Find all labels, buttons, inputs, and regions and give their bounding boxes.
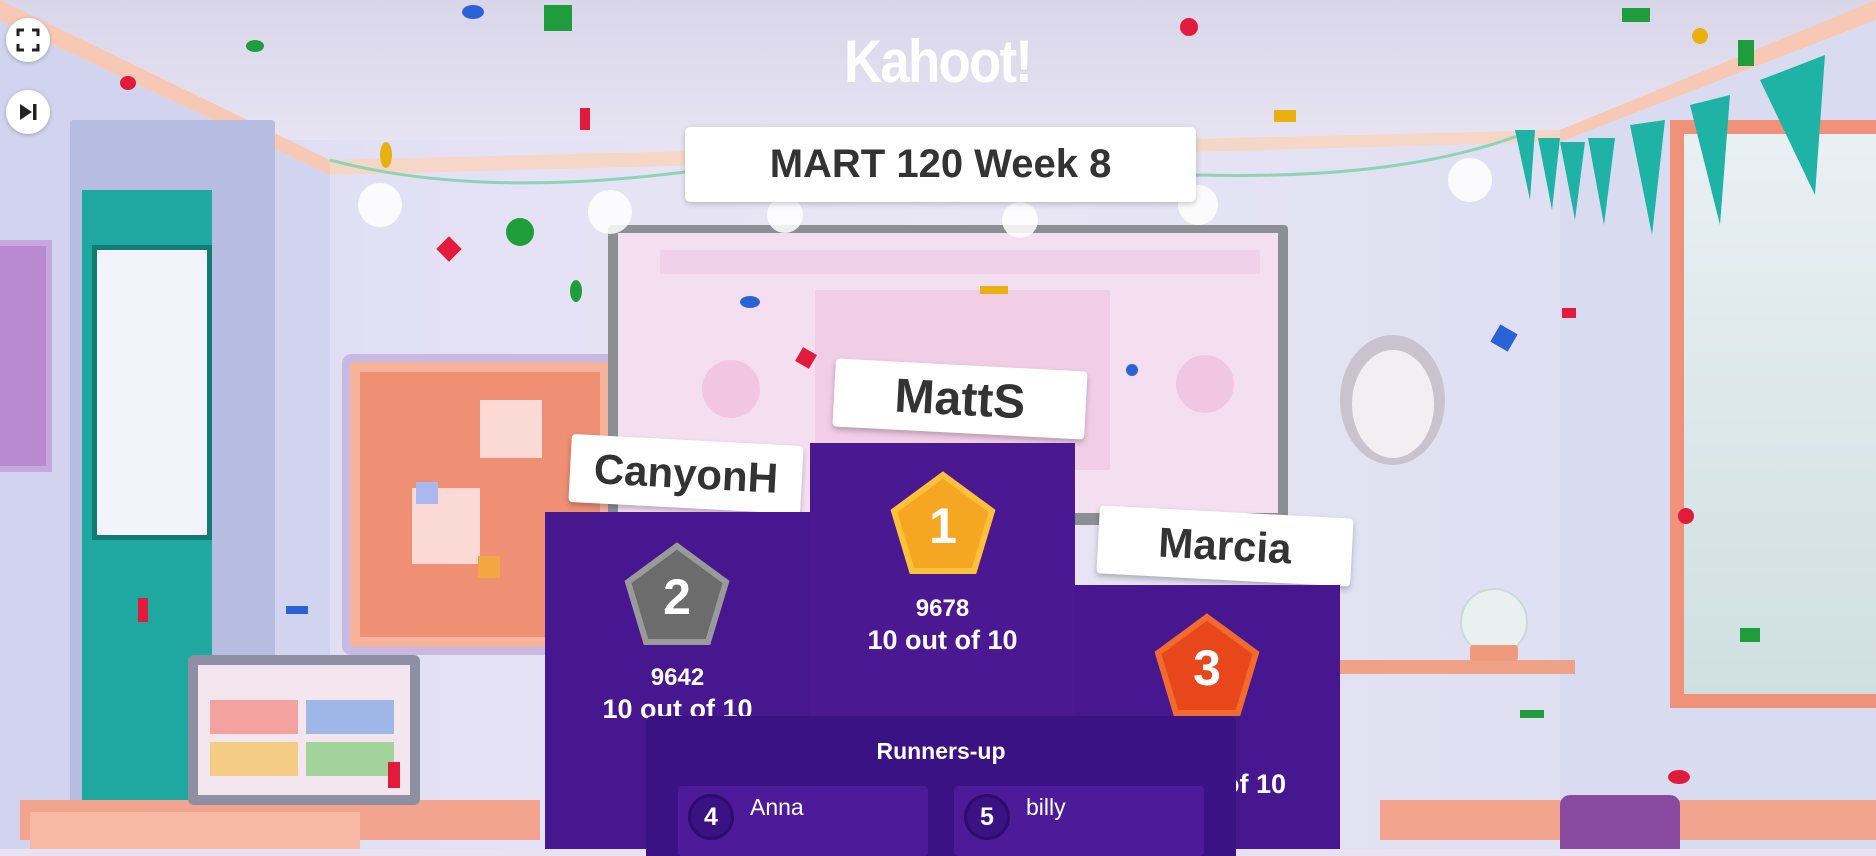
bag (1560, 795, 1680, 849)
confetti (1180, 18, 1198, 36)
confetti (138, 598, 148, 622)
fullscreen-icon (16, 28, 40, 52)
laptop-tile (210, 742, 298, 776)
first-place-name: MattS (832, 358, 1088, 440)
second-place-rank: 2 (663, 569, 691, 625)
confetti (1678, 508, 1694, 524)
second-place-badge: 2 (624, 542, 730, 645)
skip-forward-icon (20, 104, 37, 120)
laptop-tile (306, 742, 394, 776)
third-place-badge: 3 (1154, 613, 1260, 716)
runner-up-name: Anna (750, 794, 804, 820)
projector-circle (1176, 355, 1234, 413)
second-place-name: CanyonH (568, 433, 804, 515)
confetti (246, 40, 264, 52)
first-place-rank: 1 (929, 498, 957, 554)
confetti (286, 606, 308, 614)
chair-left (30, 812, 360, 849)
first-place-correct: 10 out of 10 (867, 625, 1018, 655)
confetti (544, 5, 572, 31)
confetti (506, 218, 534, 246)
laptop-tile (210, 700, 298, 734)
laptop-tile (306, 700, 394, 734)
kahoot-logo: Kahoot! (844, 28, 1033, 95)
confetti (980, 286, 1008, 294)
first-place-badge: 1 (890, 471, 996, 574)
runners-up-title: Runners-up (876, 738, 1006, 764)
second-place-score: 9642 (650, 664, 705, 691)
confetti (388, 762, 400, 788)
confetti (570, 280, 582, 302)
confetti (1692, 28, 1708, 44)
shelf (1340, 660, 1575, 674)
confetti (1738, 40, 1754, 66)
confetti (1740, 628, 1760, 642)
runner-up-item: 4 Anna (678, 786, 928, 856)
sticky-note (416, 482, 438, 504)
confetti (1520, 710, 1544, 718)
third-place-rank: 3 (1193, 640, 1221, 696)
projector-circle (702, 360, 760, 418)
runner-up-rank: 5 (964, 794, 1010, 840)
skip-button[interactable] (6, 90, 50, 134)
confetti (1622, 8, 1650, 22)
sticky-note (480, 400, 542, 458)
confetti (580, 108, 590, 130)
confetti (120, 76, 136, 90)
quiz-title-card: MART 120 Week 8 (685, 127, 1196, 202)
confetti (1274, 110, 1296, 122)
first-place-score: 9678 (915, 595, 970, 622)
sticky-note (478, 556, 500, 578)
runner-up-name: billy (1026, 794, 1066, 820)
runner-up-rank: 4 (688, 794, 734, 840)
confetti (1562, 308, 1576, 318)
third-place-name: Marcia (1096, 505, 1354, 587)
fullscreen-button[interactable] (6, 18, 50, 62)
confetti (462, 5, 484, 19)
confetti (1126, 364, 1138, 376)
penguin-belly (1352, 350, 1434, 458)
confetti (740, 296, 760, 308)
confetti (380, 142, 392, 168)
confetti (1668, 770, 1690, 784)
runner-up-item: 5 billy (954, 786, 1204, 856)
snow-globe-base (1470, 645, 1518, 661)
third-place-correct: of 10 (1223, 769, 1287, 799)
wall-picture (0, 240, 52, 472)
runners-up-panel: Runners-up 4 Anna 5 billy (646, 716, 1236, 856)
door-window (92, 245, 212, 540)
quiz-title: MART 120 Week 8 (769, 142, 1112, 186)
